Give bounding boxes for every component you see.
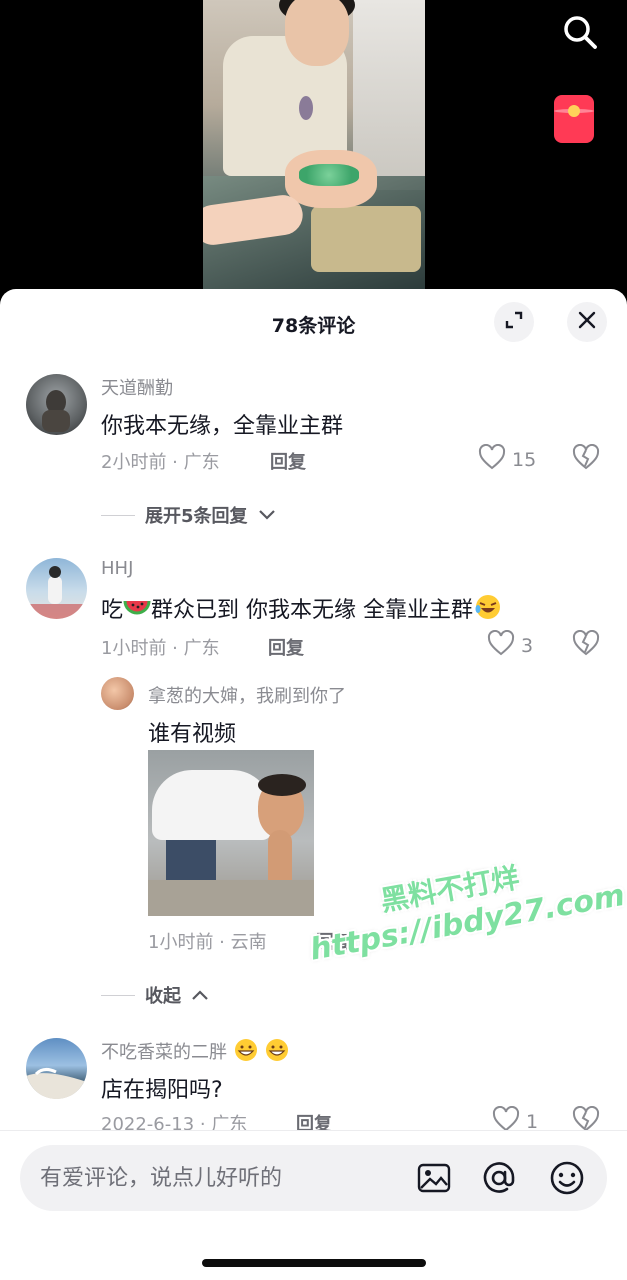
close-button[interactable] (567, 302, 607, 342)
comment-input-bar (0, 1130, 627, 1280)
image-figure-hair (258, 774, 306, 796)
avatar[interactable] (26, 558, 87, 619)
image-ground (148, 880, 314, 916)
reply-button[interactable]: 回复 (316, 928, 352, 954)
expand-replies-label: 展开5条回复 (145, 506, 248, 527)
broken-heart-icon[interactable] (572, 629, 600, 660)
comment-author[interactable]: HHJ (101, 558, 133, 579)
heart-icon (487, 629, 515, 661)
like-count: 3 (521, 634, 534, 657)
video-frame (203, 0, 425, 300)
comment-text-part: 群众已到 你我本无缘 全靠业主群 (151, 598, 474, 623)
avatar[interactable] (26, 374, 87, 435)
like-button[interactable]: 3 (487, 629, 534, 661)
expand-icon (503, 309, 525, 335)
watermelon-emoji (123, 597, 151, 627)
comment-text: 吃 群众已到 你我本无缘 全靠业主群 (101, 592, 503, 627)
grinning-emoji (264, 1038, 290, 1067)
reply-button[interactable]: 回复 (268, 634, 304, 660)
comment-text-part: 吃 (101, 598, 124, 623)
divider (101, 994, 135, 996)
laughing-emoji (473, 593, 503, 627)
comment-meta: 2小时前 · 广东 (101, 452, 220, 473)
collapse-replies-button[interactable]: 收起 (101, 982, 209, 1008)
comment-meta: 1小时前 · 广东 (101, 638, 220, 659)
comment-author-name: 不吃香菜的二胖 (101, 1042, 227, 1063)
video-jade (299, 164, 359, 186)
video-tray (311, 206, 421, 272)
collapse-label: 收起 (145, 986, 181, 1007)
reply-text: 谁有视频 (148, 722, 237, 747)
close-icon (576, 309, 598, 335)
reply-button[interactable]: 回复 (270, 448, 306, 474)
broken-heart-icon[interactable] (572, 443, 600, 474)
expand-replies-button[interactable]: 展开5条回复 (101, 502, 276, 528)
comment-author[interactable]: 天道酬勤 (101, 374, 173, 400)
comment-input-box[interactable] (20, 1145, 607, 1211)
video-player[interactable] (0, 0, 627, 300)
reply-author[interactable]: 拿葱的大婶，我刷到你了 (148, 682, 346, 708)
heart-icon (478, 443, 506, 475)
comment-text: 你我本无缘，全靠业主群 (101, 414, 344, 439)
emoji-icon[interactable] (549, 1160, 585, 1196)
video-person-head (285, 0, 349, 66)
reply-image[interactable] (148, 750, 314, 916)
comment-author[interactable]: 不吃香菜的二胖 (101, 1038, 290, 1067)
at-icon[interactable] (481, 1160, 517, 1196)
like-count: 15 (512, 448, 537, 471)
red-packet-icon[interactable] (554, 95, 594, 143)
comment-text: 店在揭阳吗? (101, 1078, 223, 1103)
image-icon[interactable] (416, 1160, 452, 1196)
like-button[interactable]: 15 (478, 443, 537, 475)
reply-meta: 1小时前 · 云南 (148, 932, 267, 953)
avatar[interactable] (26, 1038, 87, 1099)
grinning-emoji (233, 1038, 259, 1067)
home-indicator (202, 1259, 426, 1267)
chevron-up-icon (191, 986, 209, 1005)
video-pendant (299, 96, 313, 120)
reply-avatar[interactable] (101, 677, 134, 710)
divider (101, 514, 135, 516)
expand-button[interactable] (494, 302, 534, 342)
chevron-down-icon (258, 506, 276, 525)
search-icon[interactable] (560, 12, 600, 52)
image-figure-shirt (152, 770, 272, 840)
comment-input[interactable] (40, 1145, 400, 1211)
